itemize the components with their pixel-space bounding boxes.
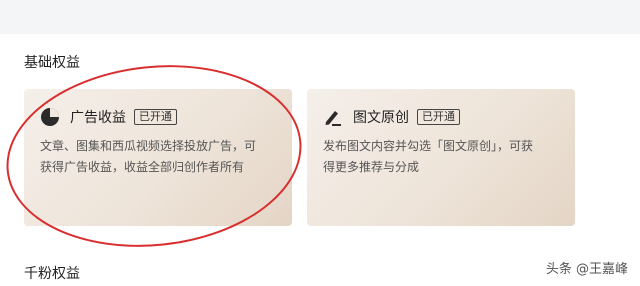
card-header: 图文原创 已开通 — [323, 107, 460, 127]
card-description-line: 发布图文内容并勾选「图文原创」，可获 — [323, 139, 534, 153]
pen-icon — [323, 107, 343, 127]
top-bar — [0, 0, 640, 34]
red-annotation-circle — [0, 51, 311, 261]
card-description-line: 得更多推荐与分成 — [323, 160, 420, 174]
card-title: 图文原创 — [353, 110, 409, 126]
card-description: 发布图文内容并勾选「图文原创」，可获 得更多推荐与分成 — [323, 136, 565, 178]
section-title-basic-rights: 基础权益 — [24, 55, 80, 71]
card-original-content[interactable]: 图文原创 已开通 发布图文内容并勾选「图文原创」，可获 得更多推荐与分成 — [307, 89, 575, 226]
section-title-fans-rights: 千粉权益 — [24, 266, 80, 282]
watermark: 头条 @王嘉峰 — [545, 262, 628, 277]
status-badge: 已开通 — [417, 109, 460, 125]
